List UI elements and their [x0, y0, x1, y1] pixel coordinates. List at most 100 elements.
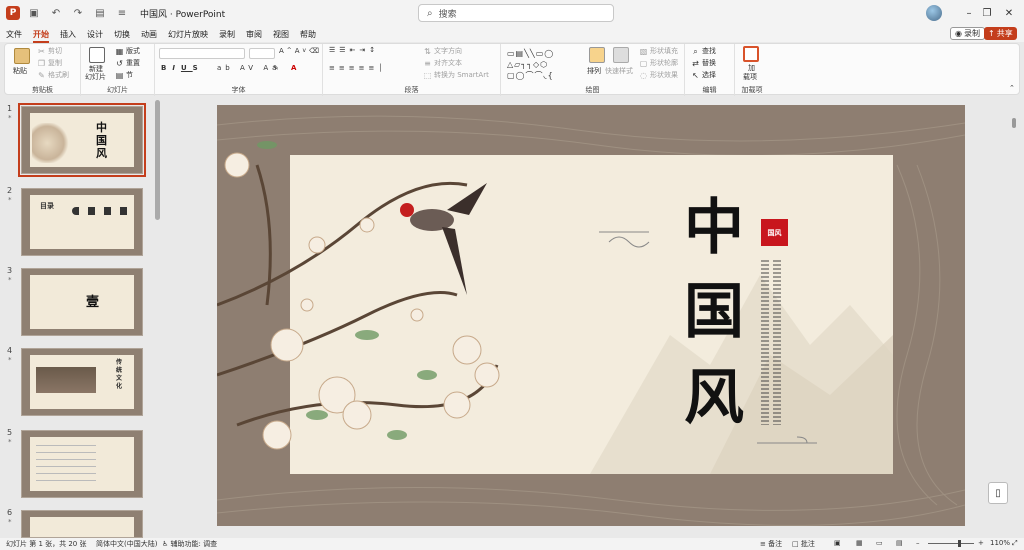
new-slide-label: 幻灯片: [85, 73, 106, 81]
share-icon: ↑: [988, 29, 995, 38]
tab-file[interactable]: 文件: [6, 29, 22, 40]
paste-button[interactable]: 粘贴: [13, 66, 27, 76]
slide-thumbnail-3[interactable]: 壹: [21, 268, 143, 336]
thumb-number: 1: [7, 104, 13, 113]
language-indicator[interactable]: 简体中文(中国大陆): [96, 539, 157, 549]
slide-thumbnail-1[interactable]: 中国风: [18, 103, 146, 177]
zoom-level[interactable]: 110%: [990, 539, 1010, 547]
align-text-button[interactable]: ≡ 对齐文本: [423, 58, 462, 68]
undo-icon[interactable]: ↶: [48, 5, 64, 21]
tab-slideshow[interactable]: 幻灯片放映: [168, 29, 208, 40]
slide-thumbnail-6[interactable]: [21, 510, 143, 538]
thumbnails-scrollbar[interactable]: [155, 100, 160, 220]
bookmark-icon[interactable]: ▯: [988, 482, 1008, 504]
slide-thumbnail-5[interactable]: [21, 430, 143, 498]
tab-insert[interactable]: 插入: [60, 29, 76, 40]
status-bar: 幻灯片 第 1 张，共 20 张 简体中文(中国大陆) ♿ 辅助功能: 调查 ≡…: [0, 538, 1024, 550]
font-color-icon[interactable]: A: [291, 64, 296, 72]
shapes-gallery[interactable]: ▭▤╲╲▭◯ △▱┐┐◇⬡ ▢◯⌒⌒◟{: [507, 48, 577, 82]
avatar[interactable]: [926, 5, 942, 21]
slideshow-icon[interactable]: ▤: [896, 539, 903, 547]
slide-canvas[interactable]: 中 国 风: [217, 105, 965, 526]
thumb-star-icon: *: [8, 438, 12, 446]
select-button[interactable]: ↖ 选择: [691, 70, 716, 80]
clipboard-group: 粘贴 ✂ 剪切 ❐ 复制 ✎ 格式刷 剪贴板: [5, 44, 81, 96]
paste-icon[interactable]: [14, 48, 30, 64]
redo-icon[interactable]: ↷: [70, 5, 86, 21]
font-name-combo[interactable]: [159, 48, 245, 59]
addins-text: 载项: [743, 73, 757, 81]
quick-styles-button[interactable]: 快速样式: [605, 66, 633, 76]
arrange-button[interactable]: 排列: [587, 66, 601, 76]
highlight-icon[interactable]: ✎: [273, 64, 279, 72]
shape-effects-button[interactable]: ◌ 形状效果: [639, 70, 678, 80]
font-size-buttons[interactable]: A ^ Av: [279, 47, 309, 55]
replace-button[interactable]: ⇄ 替换: [691, 58, 716, 68]
close-button[interactable]: ✕: [994, 0, 1024, 26]
arrange-icon[interactable]: [589, 47, 605, 63]
font-extra-buttons[interactable]: ab AV Aa: [217, 64, 280, 72]
tab-help[interactable]: 帮助: [300, 29, 316, 40]
slide-title-char: 风: [684, 363, 744, 433]
zoom-slider-knob[interactable]: [958, 540, 961, 547]
layout-button[interactable]: ▦ 版式: [115, 46, 140, 56]
fill-icon: ▧: [639, 46, 648, 56]
share-button[interactable]: ↑ 共享: [984, 27, 1017, 40]
section-button[interactable]: ▤ 节: [115, 70, 133, 80]
copy-button[interactable]: ❐ 复制: [37, 58, 62, 68]
text-direction-icon: ⇅: [424, 46, 431, 56]
tab-view[interactable]: 视图: [273, 29, 289, 40]
accessibility-status[interactable]: ♿ 辅助功能: 调查: [162, 539, 217, 549]
cut-button[interactable]: ✂ 剪切: [37, 46, 62, 56]
tab-animations[interactable]: 动画: [141, 29, 157, 40]
slide-thumbnail-2[interactable]: 目录: [21, 188, 143, 256]
font-label: 字体: [231, 86, 246, 94]
thumb-title: 目录: [40, 202, 54, 210]
smartart-button[interactable]: ⬚ 转换为 SmartArt: [423, 70, 489, 80]
font-size-combo[interactable]: [249, 48, 275, 59]
tab-record[interactable]: 录制: [219, 29, 235, 40]
notes-button[interactable]: ≡ 备注: [760, 539, 782, 549]
find-button[interactable]: ⌕ 查找: [691, 46, 716, 56]
addins-icon[interactable]: [743, 46, 759, 62]
zoom-slider[interactable]: [928, 543, 974, 544]
tab-design[interactable]: 设计: [87, 29, 103, 40]
replace-icon: ⇄: [692, 58, 699, 68]
tab-transitions[interactable]: 切换: [114, 29, 130, 40]
align-buttons[interactable]: ≡≡≡≡≡│: [329, 64, 387, 72]
normal-view-icon[interactable]: ▣: [834, 539, 841, 547]
reading-view-icon[interactable]: ▭: [876, 539, 883, 547]
shape-fill-button[interactable]: ▧ 形状填充: [639, 46, 678, 56]
comments-button[interactable]: □ 批注: [792, 539, 815, 549]
reset-icon: ↺: [116, 58, 123, 68]
search-input[interactable]: ⌕ 搜索: [418, 4, 614, 22]
addins-label: 加载项: [741, 86, 763, 94]
scrollbar-thumb[interactable]: [1012, 118, 1016, 128]
save-icon[interactable]: ▣: [26, 5, 42, 21]
tab-home[interactable]: 开始: [33, 29, 49, 43]
record-button[interactable]: ◉ 录制: [950, 27, 985, 40]
magnolia-branch-illustration: [217, 141, 500, 450]
reset-button[interactable]: ↺ 重置: [115, 58, 140, 68]
zoom-in-button[interactable]: +: [978, 539, 984, 547]
ribbon: 粘贴 ✂ 剪切 ❐ 复制 ✎ 格式刷 剪贴板 新建 幻灯片 ▦ 版式 ↺ 重置 ▤ 节 幻灯…: [4, 43, 1020, 96]
ribbon-collapse-icon[interactable]: ⌃: [1009, 84, 1015, 92]
font-style-buttons[interactable]: BIUS: [161, 64, 204, 72]
fit-to-window-icon[interactable]: ⤢: [1012, 539, 1018, 548]
quick-styles-icon[interactable]: [613, 47, 629, 63]
tab-review[interactable]: 审阅: [246, 29, 262, 40]
slide-thumbnail-4[interactable]: 传统文化: [21, 348, 143, 416]
text-direction-button[interactable]: ⇅ 文字方向: [423, 46, 462, 56]
clear-format-icon[interactable]: ⌫: [309, 47, 319, 55]
quick-access-more-icon[interactable]: ≡: [114, 5, 130, 21]
editor-scrollbar[interactable]: [1008, 100, 1020, 538]
clipboard-label: 剪贴板: [32, 86, 53, 94]
present-icon[interactable]: ▤: [92, 5, 108, 21]
shape-outline-button[interactable]: ▢ 形状轮廓: [639, 58, 678, 68]
format-painter-button[interactable]: ✎ 格式刷: [37, 70, 69, 80]
list-buttons[interactable]: ☰☰⇤⇥↕: [329, 46, 379, 54]
slide-sorter-icon[interactable]: ▦: [856, 539, 863, 547]
thumb-star-icon: *: [8, 356, 12, 364]
zoom-out-button[interactable]: –: [916, 539, 920, 547]
new-slide-icon[interactable]: [89, 47, 105, 63]
